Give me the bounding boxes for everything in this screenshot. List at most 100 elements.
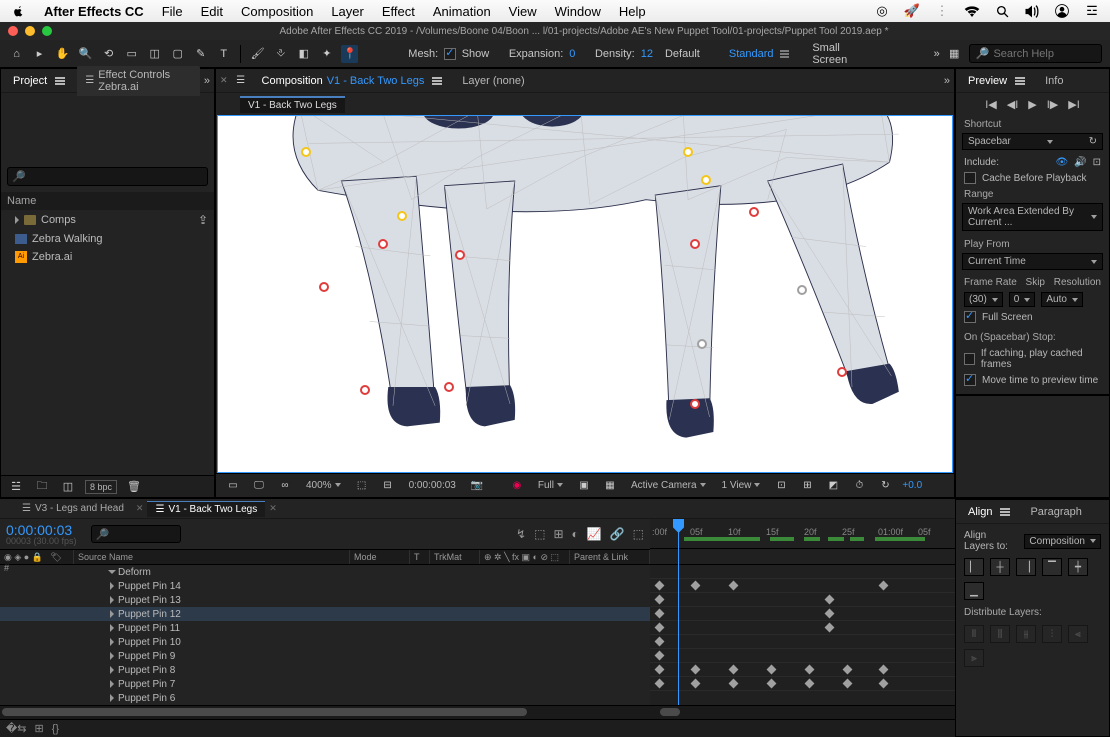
puppet-pin[interactable] <box>397 211 407 221</box>
layer-row[interactable]: Puppet Pin 9 <box>0 649 650 663</box>
bluetooth-icon[interactable]: ⋮ <box>934 3 950 19</box>
puppet-pin[interactable] <box>444 382 454 392</box>
shape-tool-icon[interactable]: ▢ <box>169 45 186 63</box>
project-item-folder[interactable]: Comps⇪ <box>1 210 214 230</box>
shortcut-select[interactable]: Spacebar↻ <box>962 133 1103 150</box>
menu-icon[interactable]: ☲ <box>1084 3 1100 19</box>
help-search[interactable]: 🔎 <box>969 44 1102 63</box>
disclosure-icon[interactable] <box>110 582 114 590</box>
project-tab[interactable]: Project <box>5 72 73 90</box>
timeline-search[interactable]: 🔎 <box>91 525 181 543</box>
panel-overflow-icon[interactable]: » <box>944 75 950 87</box>
align-right-button[interactable]: ▕ <box>1016 558 1036 576</box>
framerate-select[interactable]: (30) <box>964 292 1003 307</box>
workspace-small[interactable]: Small Screen <box>812 42 874 66</box>
display-icon[interactable]: 🖵 <box>250 477 268 495</box>
menu-help[interactable]: Help <box>619 4 646 19</box>
fast-icon[interactable]: ◩ <box>824 477 842 495</box>
audio-icon[interactable]: 🔊 <box>1074 157 1086 168</box>
hand-tool-icon[interactable]: ✋ <box>54 45 71 63</box>
shy-icon[interactable]: ↯ <box>516 527 526 541</box>
disclosure-icon[interactable] <box>110 610 114 618</box>
expansion-value[interactable]: 0 <box>569 48 575 60</box>
share-icon[interactable]: ⊡ <box>772 477 790 495</box>
skip-select[interactable]: 0 <box>1009 292 1036 307</box>
dist-right-button[interactable]: ⫸ <box>964 649 984 667</box>
dist-hcenter-button[interactable]: ⫷ <box>1068 625 1088 643</box>
puppet-pin[interactable] <box>360 385 370 395</box>
layer-row[interactable]: Puppet Pin 6 <box>0 691 650 705</box>
puppet-pin[interactable] <box>378 239 388 249</box>
close-window-button[interactable] <box>8 26 18 36</box>
puppet-pin[interactable] <box>697 339 707 349</box>
user-icon[interactable] <box>1054 3 1070 19</box>
puppet-tool-icon[interactable]: 📍 <box>341 45 358 63</box>
channel-icon[interactable]: ⬚ <box>353 477 371 495</box>
col-t[interactable]: T <box>410 550 430 564</box>
puppet-pin[interactable] <box>690 239 700 249</box>
col-parent[interactable]: Parent & Link <box>570 550 650 564</box>
play-icon[interactable]: ▶ <box>1028 98 1036 111</box>
magnify-icon[interactable]: ▭ <box>224 477 242 495</box>
layer-tab[interactable]: Layer (none) <box>454 72 532 90</box>
layer-row[interactable]: Puppet Pin 10 <box>0 635 650 649</box>
composition-tab[interactable]: Composition V1 - Back Two Legs <box>254 72 451 90</box>
comp-breadcrumb[interactable]: V1 - Back Two Legs <box>240 96 345 113</box>
disclosure-icon[interactable] <box>110 694 114 702</box>
dist-bottom-button[interactable]: ⫵ <box>1016 625 1036 643</box>
brush-tool-icon[interactable]: 🖌 <box>249 45 266 63</box>
project-search[interactable]: 🔎 <box>7 167 208 186</box>
timeline-zoom-scrollbar[interactable]: ▲ <box>0 705 955 719</box>
attach-icon[interactable]: 🔗 <box>610 527 625 541</box>
bpc-button[interactable]: 8 bpc <box>85 480 117 494</box>
timeline-tab-a[interactable]: ☰ V3 - Legs and Head <box>14 501 132 516</box>
movetime-checkbox[interactable] <box>964 374 976 386</box>
zoom-tool-icon[interactable]: 🔍 <box>77 45 94 63</box>
playfrom-select[interactable]: Current Time <box>962 253 1103 270</box>
motion-blur-icon[interactable]: ◐ <box>572 527 579 541</box>
disclosure-icon[interactable] <box>110 638 114 646</box>
frame-blend-icon[interactable]: ⊞ <box>553 527 563 541</box>
align-tab[interactable]: Align <box>960 503 1018 521</box>
camera-select[interactable]: Active Camera <box>627 479 710 492</box>
menu-view[interactable]: View <box>509 4 537 19</box>
preview-res-select[interactable]: Auto <box>1041 292 1083 307</box>
align-hcenter-button[interactable]: ┼ <box>990 558 1010 576</box>
composition-viewport[interactable] <box>217 115 953 473</box>
puppet-pin[interactable] <box>749 207 759 217</box>
panel-close-icon[interactable]: ✕ <box>220 75 228 86</box>
orbit-tool-icon[interactable]: ⟲ <box>100 45 117 63</box>
tab-close-icon[interactable]: ✕ <box>136 503 144 514</box>
app-name[interactable]: After Effects CC <box>44 4 144 19</box>
puppet-pin[interactable] <box>455 250 465 260</box>
col-mode[interactable]: Mode <box>350 550 410 564</box>
time-display[interactable]: 0:00:00:03 <box>405 479 460 492</box>
prev-frame-icon[interactable]: ◀I <box>1007 98 1019 111</box>
workspace-default[interactable]: Default <box>665 48 700 60</box>
disclosure-icon[interactable] <box>110 652 114 660</box>
layer-row[interactable]: Puppet Pin 11 <box>0 621 650 635</box>
new-comp-icon[interactable]: ◫ <box>59 478 77 496</box>
tab-close-icon[interactable]: ✕ <box>269 503 277 514</box>
time-ruler[interactable]: :00f 05f 10f 15f 20f 25f 01:00f 05f <box>650 519 955 549</box>
toggle-switches-icon[interactable]: �⇆ <box>6 722 27 735</box>
draft3d-icon[interactable]: ⬚ <box>534 527 545 541</box>
stamp-tool-icon[interactable]: ⎀ <box>272 45 289 63</box>
dist-left-button[interactable]: ⫶ <box>1042 625 1062 643</box>
selection-tool-icon[interactable]: ▸ <box>31 45 48 63</box>
aa-icon[interactable]: ⬚ <box>633 527 644 541</box>
mesh-show-checkbox[interactable] <box>444 48 455 60</box>
type-tool-icon[interactable]: T <box>215 45 232 63</box>
puppet-pin[interactable] <box>701 175 711 185</box>
puppet-pin[interactable] <box>301 147 311 157</box>
timeline-graph[interactable]: :00f 05f 10f 15f 20f 25f 01:00f 05f <box>650 519 955 705</box>
exposure-value[interactable]: +0.0 <box>902 480 922 491</box>
eraser-tool-icon[interactable]: ◧ <box>295 45 312 63</box>
project-search-input[interactable] <box>30 171 203 183</box>
apple-icon[interactable] <box>10 3 26 19</box>
mask-icon[interactable]: ∞ <box>276 477 294 495</box>
menu-animation[interactable]: Animation <box>433 4 491 19</box>
roto-tool-icon[interactable]: ✦ <box>318 45 335 63</box>
puppet-pin[interactable] <box>683 147 693 157</box>
last-frame-icon[interactable]: ▶I <box>1068 98 1080 111</box>
